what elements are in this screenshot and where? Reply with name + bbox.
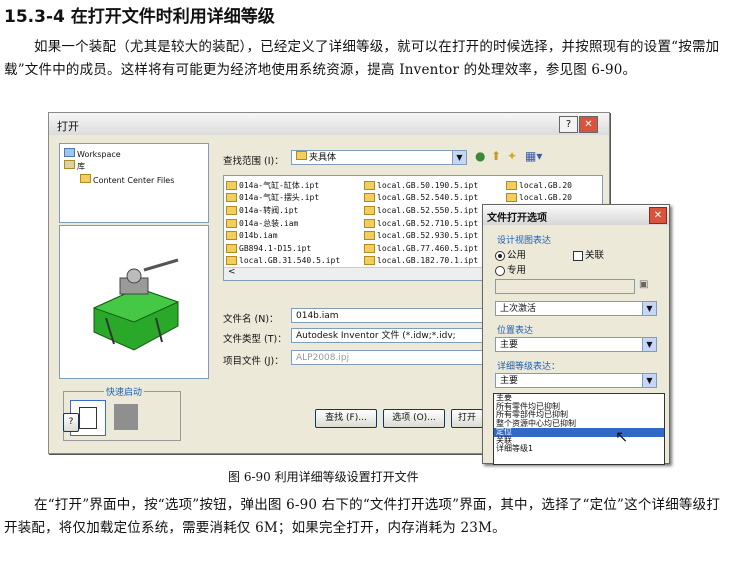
lod-option[interactable]: 详细等级1 bbox=[494, 444, 664, 454]
preview-pane bbox=[59, 225, 209, 379]
folder-icon bbox=[296, 151, 307, 160]
place-content-center[interactable]: Content Center Files bbox=[80, 174, 174, 185]
closing-paragraph: 在“打开”界面中，按“选项”按钮，弹出图 6-90 右下的“文件打开选项”界面，… bbox=[4, 497, 721, 536]
quick-launch-group: 快速启动 bbox=[63, 385, 181, 441]
file-item[interactable]: local.GB.182.70.1.ipt bbox=[364, 255, 478, 268]
options-button[interactable]: 选项 (O)... bbox=[383, 409, 445, 428]
file-open-options-dialog: 文件打开选项 ✕ 设计视图表达 公用 关联 专用 ▣ 上次激活 ▼ 位置表达 主要… bbox=[482, 204, 670, 465]
position-group-label: 位置表达 bbox=[497, 326, 534, 336]
section-heading: 15.3-4 在打开文件时利用详细等级 bbox=[4, 7, 275, 27]
back-icon[interactable]: ● bbox=[475, 149, 485, 163]
place-workspace[interactable]: Workspace bbox=[64, 148, 121, 159]
file-item[interactable]: local.GB.77.460.5.ipt bbox=[364, 242, 478, 255]
file-icon bbox=[364, 256, 375, 266]
options-dialog-titlebar: 文件打开选项 ✕ bbox=[483, 205, 669, 225]
file-item[interactable]: local.GB.31.540.5.ipt bbox=[226, 255, 340, 268]
file-icon bbox=[364, 205, 375, 215]
lod-option[interactable]: 定位 bbox=[494, 427, 664, 437]
quick-launch-label: 快速启动 bbox=[104, 385, 145, 398]
new-folder-icon[interactable]: ✦ bbox=[507, 149, 517, 163]
open-button[interactable]: 打开 bbox=[451, 409, 483, 428]
file-icon bbox=[506, 180, 517, 190]
filetype-label: 文件类型 (T)： bbox=[223, 334, 287, 345]
lod-select[interactable]: 主要 ▼ bbox=[495, 373, 657, 388]
open-dialog-titlebar: 打开 ? ✕ bbox=[49, 113, 609, 135]
file-icon bbox=[226, 256, 237, 266]
assoc-checkbox[interactable]: 关联 bbox=[573, 247, 604, 261]
look-in-label: 查找范围 (I)： bbox=[223, 156, 284, 167]
design-view-group-label: 设计视图表达 bbox=[497, 236, 552, 246]
folder-icon bbox=[80, 174, 91, 183]
lod-option[interactable]: 整个资源中心均已抑制 bbox=[494, 419, 664, 429]
browse-icon[interactable]: ▣ bbox=[639, 279, 648, 290]
mouse-cursor-icon: ↖ bbox=[615, 427, 629, 446]
private-radio[interactable]: 专用 bbox=[495, 262, 526, 276]
file-item[interactable]: 014b.iam bbox=[226, 229, 340, 242]
scroll-left-icon[interactable]: < bbox=[228, 267, 236, 277]
file-icon bbox=[226, 243, 237, 253]
file-item[interactable]: local.GB.52.550.5.ipt bbox=[364, 204, 478, 217]
file-item[interactable]: local.GB.52.930.5.ipt bbox=[364, 229, 478, 242]
file-column-2: local.GB.50.190.5.ipt local.GB.52.540.5.i… bbox=[364, 179, 478, 267]
figure-caption: 图 6-90 利用详细等级设置打开文件 bbox=[228, 470, 419, 484]
file-item[interactable]: 014a-总装.iam bbox=[226, 217, 340, 230]
file-item[interactable]: 014a-转阀.ipt bbox=[226, 204, 340, 217]
file-item[interactable]: local.GB.50.190.5.ipt bbox=[364, 179, 478, 192]
assembly-preview-image bbox=[92, 258, 180, 351]
file-icon bbox=[226, 231, 237, 241]
file-icon bbox=[226, 218, 237, 228]
file-icon bbox=[364, 180, 375, 190]
file-icon bbox=[364, 243, 375, 253]
chevron-down-icon[interactable]: ▼ bbox=[642, 374, 656, 387]
project-icon[interactable] bbox=[114, 404, 138, 430]
open-dialog-title: 打开 bbox=[57, 120, 79, 133]
file-item[interactable]: 014a-气缸-缸体.ipt bbox=[226, 179, 340, 192]
file-icon bbox=[364, 218, 375, 228]
chevron-down-icon[interactable]: ▼ bbox=[452, 151, 466, 164]
lod-group-label: 详细等级表达： bbox=[497, 362, 561, 372]
filename-label: 文件名 (N)： bbox=[223, 314, 279, 325]
project-label: 项目文件 (J)： bbox=[223, 356, 284, 367]
public-radio[interactable]: 公用 bbox=[495, 247, 526, 261]
intro-paragraph: 如果一个装配（尤其是较大的装配），已经定义了详细等级，就可以在打开的时候选择，并… bbox=[4, 39, 720, 78]
options-dialog-title: 文件打开选项 bbox=[487, 213, 547, 224]
find-button[interactable]: 查找 (F)... bbox=[315, 409, 377, 428]
file-icon bbox=[506, 193, 517, 203]
chevron-down-icon[interactable]: ▼ bbox=[642, 302, 656, 315]
up-folder-icon[interactable]: ⬆ bbox=[491, 149, 501, 163]
view-menu-icon[interactable]: ▦▾ bbox=[525, 149, 542, 163]
file-item[interactable]: local.GB.52.710.5.ipt bbox=[364, 217, 478, 230]
file-item[interactable]: local.GB.20 bbox=[506, 192, 572, 205]
file-item[interactable]: local.GB.52.540.5.ipt bbox=[364, 192, 478, 205]
document-icon bbox=[79, 407, 97, 429]
file-column-1: 014a-气缸-缸体.ipt 014a-气缸-摆头.ipt 014a-转阀.ipt 0… bbox=[226, 179, 340, 267]
file-icon bbox=[364, 193, 375, 203]
look-in-select[interactable]: 夹具体 ▼ bbox=[291, 150, 467, 165]
file-icon bbox=[226, 205, 237, 215]
file-item[interactable]: 014a-气缸-摆头.ipt bbox=[226, 192, 340, 205]
file-icon bbox=[226, 193, 237, 203]
chevron-down-icon[interactable]: ▼ bbox=[642, 338, 656, 351]
close-button[interactable]: ✕ bbox=[579, 116, 598, 133]
file-item[interactable]: GB894.1-D15.ipt bbox=[226, 242, 340, 255]
file-icon bbox=[226, 180, 237, 190]
lod-options-list: 主要 所有零件均已抑制 所有零部件均已抑制 整个资源中心均已抑制 定位 关联 详细等级1 bbox=[493, 393, 665, 465]
design-view-select[interactable]: 上次激活 ▼ bbox=[495, 301, 657, 316]
file-icon bbox=[364, 231, 375, 241]
workspace-icon bbox=[64, 148, 75, 157]
private-path-input[interactable] bbox=[495, 279, 635, 294]
options-close-button[interactable]: ✕ bbox=[649, 207, 667, 224]
file-item[interactable]: local.GB.20 bbox=[506, 179, 572, 192]
position-select[interactable]: 主要 ▼ bbox=[495, 337, 657, 352]
help-icon[interactable]: ? bbox=[63, 413, 79, 432]
place-library[interactable]: 库 bbox=[64, 160, 85, 172]
help-button[interactable]: ? bbox=[559, 116, 578, 133]
places-panel: Workspace 库 Content Center Files bbox=[59, 143, 209, 223]
library-icon bbox=[64, 160, 75, 169]
